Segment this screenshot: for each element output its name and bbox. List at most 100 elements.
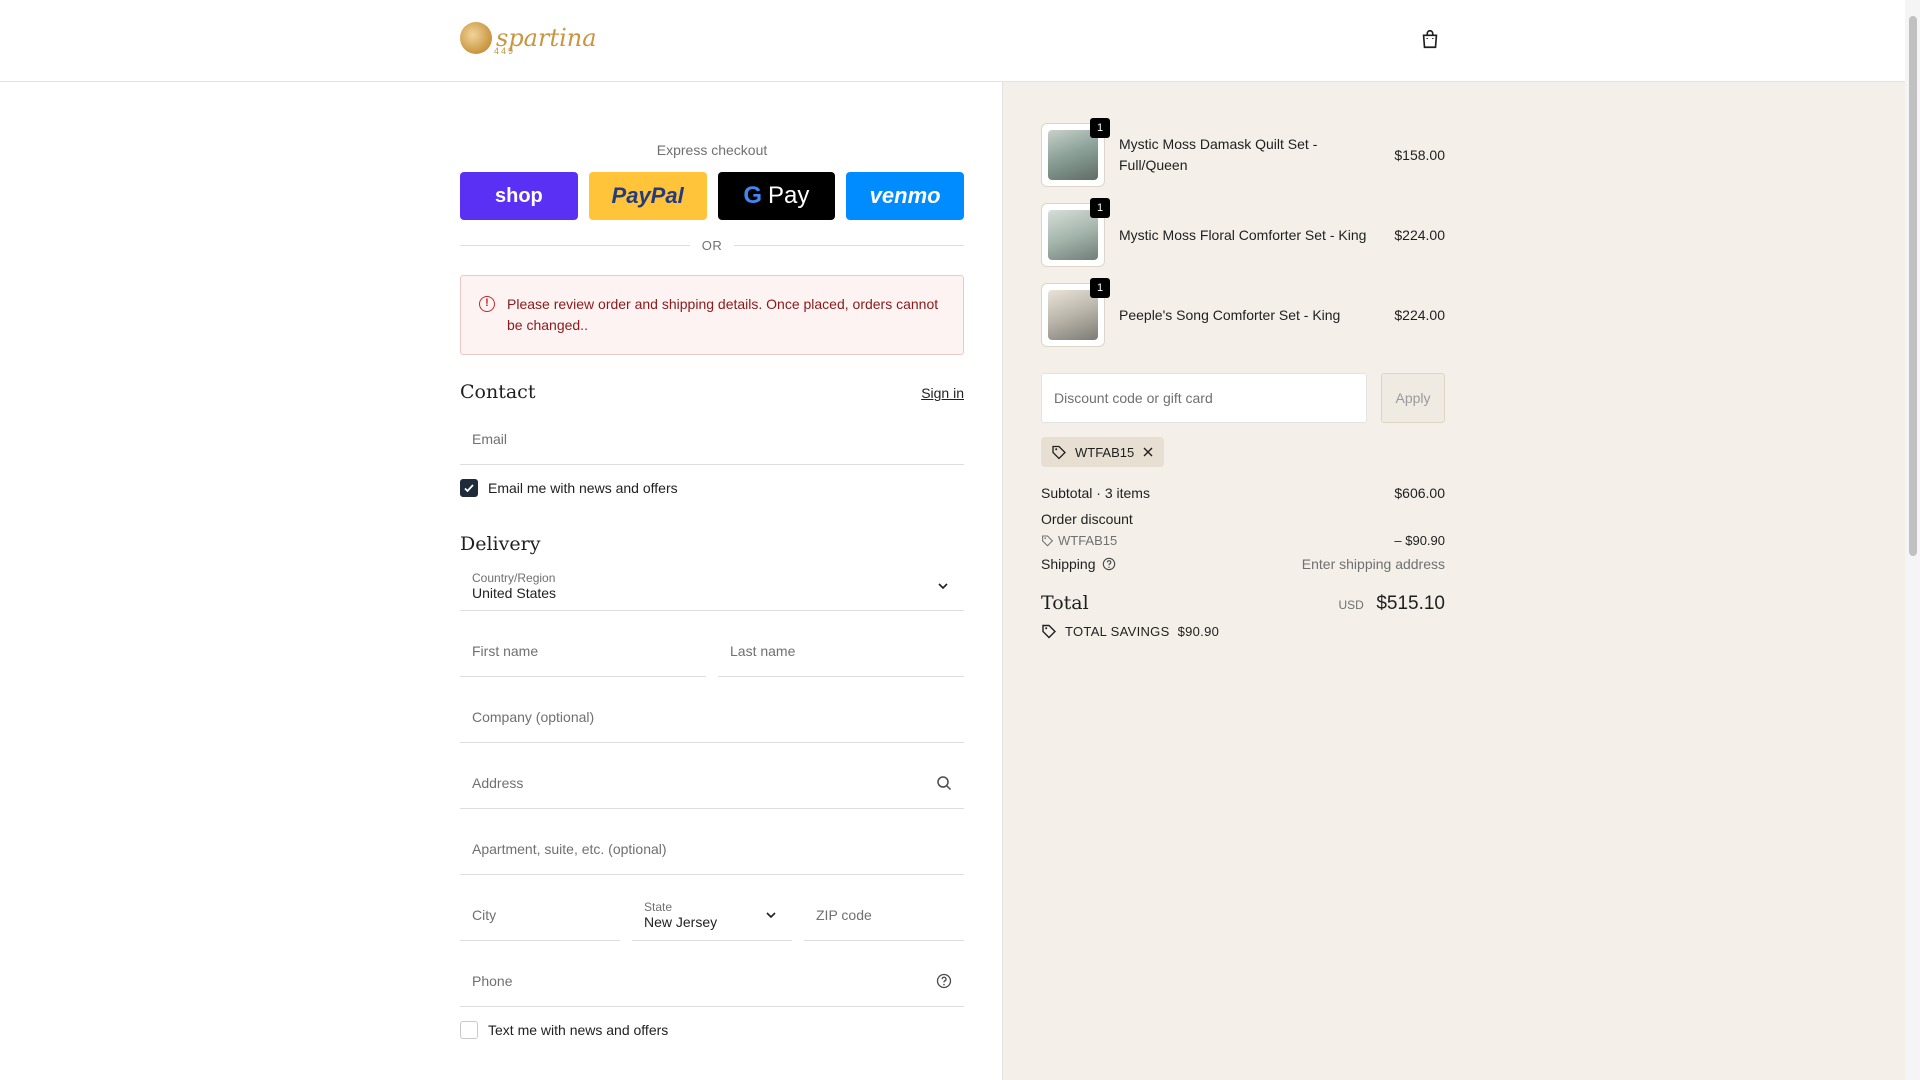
first-name-field[interactable]: First name: [460, 625, 706, 677]
checkmark-icon: [464, 484, 474, 493]
google-pay-label: Pay: [768, 182, 810, 209]
quantity-badge: 1: [1090, 278, 1110, 298]
review-alert: ! Please review order and shipping detai…: [460, 275, 964, 355]
applied-code: WTFAB15: [1075, 444, 1135, 460]
phone-field[interactable]: Phone: [460, 955, 964, 1007]
email-placeholder: Email: [472, 430, 508, 447]
email-field[interactable]: Email: [460, 413, 964, 465]
discount-value: – $90.90: [1394, 533, 1445, 548]
delivery-title: Delivery: [460, 533, 541, 555]
cart-item: 1 Mystic Moss Floral Comforter Set - Kin…: [1041, 195, 1445, 275]
quantity-badge: 1: [1090, 118, 1110, 138]
shopping-bag-icon: [1422, 29, 1438, 49]
express-checkout-title: Express checkout: [656, 142, 768, 158]
total-row: Total USD $515.10: [1041, 592, 1445, 615]
country-select[interactable]: Country/Region United States: [460, 561, 964, 611]
state-value: New Jersey: [644, 913, 718, 930]
delivery-header: Delivery: [460, 533, 964, 555]
total-label: Total: [1041, 592, 1089, 614]
state-label: State: [644, 899, 673, 914]
last-name-placeholder: Last name: [730, 642, 796, 659]
applied-discount-tag: WTFAB15: [1041, 437, 1165, 467]
chevron-down-icon: [938, 582, 948, 589]
discount-placeholder: Discount code or gift card: [1054, 390, 1213, 406]
cart-bag-button[interactable]: [1419, 28, 1445, 54]
product-thumbnail: 1: [1041, 198, 1110, 267]
google-g-icon: G: [743, 182, 763, 209]
order-summary: 1 Mystic Moss Damask Quilt Set - Full/Qu…: [1041, 82, 1445, 639]
product-name: Mystic Moss Damask Quilt Set - Full/Quee…: [1119, 136, 1318, 173]
apply-discount-button[interactable]: Apply: [1381, 373, 1445, 423]
name-row: First name Last name: [460, 625, 964, 677]
country-value: United States: [472, 584, 557, 601]
logo-icon: [460, 22, 492, 54]
shop-pay-label: shop: [494, 184, 543, 207]
help-circle-icon[interactable]: [1102, 557, 1116, 571]
sms-checkbox-row[interactable]: Text me with news and offers: [460, 1021, 964, 1039]
newsletter-label: Email me with news and offers: [488, 480, 678, 496]
tag-icon: [1052, 445, 1066, 460]
order-discount-label: Order discount: [1041, 511, 1133, 527]
contact-header: Contact Sign in: [460, 381, 964, 403]
product-price: $224.00: [1394, 307, 1445, 323]
checkout-form: Express checkout shop PayPal G Pay venmo …: [460, 82, 964, 1039]
total-savings: TOTAL SAVINGS $90.90: [1041, 623, 1445, 639]
shipping-value: Enter shipping address: [1301, 556, 1445, 572]
last-name-field[interactable]: Last name: [718, 625, 964, 677]
address-placeholder: Address: [472, 774, 524, 791]
page-scrollbar[interactable]: [1905, 0, 1920, 1080]
discount-code-label: WTFAB15: [1058, 533, 1118, 548]
sms-checkbox[interactable]: [460, 1021, 478, 1039]
company-field[interactable]: Company (optional): [460, 691, 964, 743]
shipping-row: Shipping Enter shipping address: [1041, 556, 1445, 572]
newsletter-checkbox-row[interactable]: Email me with news and offers: [460, 479, 964, 497]
first-name-placeholder: First name: [472, 642, 539, 659]
product-price: $224.00: [1394, 227, 1445, 243]
discount-code-input[interactable]: Discount code or gift card: [1041, 373, 1367, 423]
apartment-field[interactable]: Apartment, suite, etc. (optional): [460, 823, 964, 875]
scrollbar-thumb[interactable]: [1909, 16, 1917, 556]
sms-label: Text me with news and offers: [488, 1022, 669, 1038]
company-placeholder: Company (optional): [472, 708, 595, 725]
sign-in-link[interactable]: Sign in: [921, 385, 964, 401]
subtotal-value: $606.00: [1394, 485, 1445, 501]
remove-discount-icon[interactable]: [1142, 446, 1154, 458]
google-pay-button[interactable]: G Pay: [717, 172, 836, 220]
tag-icon: [1042, 535, 1054, 547]
currency-code: USD: [1338, 598, 1364, 612]
savings-label: TOTAL SAVINGS: [1065, 623, 1170, 639]
venmo-label: venmo: [869, 183, 941, 208]
product-name: Mystic Moss Floral Comforter Set - King: [1119, 226, 1367, 243]
city-field[interactable]: City: [460, 889, 620, 941]
zip-field[interactable]: ZIP code: [804, 889, 964, 941]
venmo-button[interactable]: venmo: [846, 172, 964, 220]
cart-item: 1 Mystic Moss Damask Quilt Set - Full/Qu…: [1041, 115, 1445, 195]
paypal-button[interactable]: PayPal: [588, 172, 707, 220]
subtotal-row: Subtotal · 3 items $606.00: [1041, 485, 1445, 501]
tag-icon: [1042, 624, 1056, 639]
quantity-badge: 1: [1090, 198, 1110, 218]
brand-logo[interactable]: spartina 449: [460, 22, 597, 56]
alert-text: Please review order and shipping details…: [507, 296, 939, 333]
phone-placeholder: Phone: [472, 972, 513, 989]
shop-pay-button[interactable]: shop: [460, 172, 578, 220]
brand-sub: 449: [494, 46, 516, 56]
apartment-placeholder: Apartment, suite, etc. (optional): [472, 840, 667, 857]
discount-code-row: WTFAB15 – $90.90: [1041, 533, 1445, 548]
express-checkout-buttons: shop PayPal G Pay venmo: [460, 172, 964, 220]
chevron-down-icon: [766, 911, 776, 918]
help-circle-icon: [936, 973, 952, 988]
paypal-label: PayPal: [611, 183, 684, 208]
shipping-label: Shipping: [1041, 556, 1096, 572]
product-thumbnail: 1: [1041, 118, 1110, 187]
product-price: $158.00: [1394, 147, 1445, 163]
address-field[interactable]: Address: [460, 757, 964, 809]
state-select[interactable]: State New Jersey: [632, 889, 792, 941]
search-icon: [937, 775, 952, 790]
order-discount-row: Order discount: [1041, 511, 1445, 527]
or-divider: OR: [460, 238, 964, 253]
newsletter-checkbox[interactable]: [460, 479, 478, 497]
zip-placeholder: ZIP code: [816, 906, 872, 923]
city-state-zip-row: City State New Jersey ZIP code: [460, 889, 964, 941]
discount-row: Discount code or gift card Apply: [1041, 373, 1445, 423]
